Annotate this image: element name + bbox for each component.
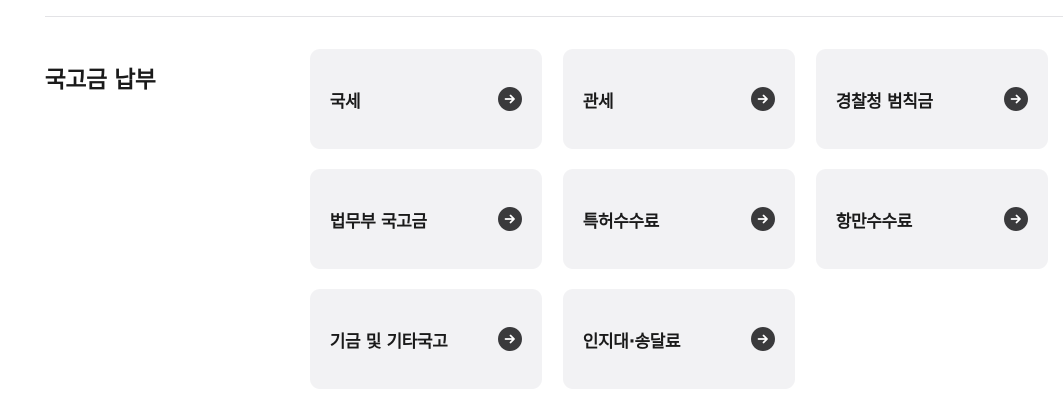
menu-card-label: 인지대·송달료	[583, 331, 681, 352]
menu-card-label: 국세	[330, 91, 361, 112]
arrow-right-circle-icon	[498, 207, 522, 231]
menu-card-label: 경찰청 범칙금	[836, 91, 933, 112]
menu-card-label: 항만수수료	[836, 211, 913, 232]
menu-card-customs[interactable]: 관세	[563, 49, 795, 149]
arrow-right-circle-icon	[498, 87, 522, 111]
menu-card-police-fine[interactable]: 경찰청 범칙금	[816, 49, 1048, 149]
menu-card-label: 법무부 국고금	[330, 211, 427, 232]
menu-card-fund-other-treasury[interactable]: 기금 및 기타국고	[310, 289, 542, 389]
menu-card-national-tax[interactable]: 국세	[310, 49, 542, 149]
menu-card-label: 관세	[583, 91, 614, 112]
arrow-right-circle-icon	[751, 207, 775, 231]
section-title: 국고금 납부	[45, 67, 156, 93]
arrow-right-circle-icon	[1004, 207, 1028, 231]
arrow-right-circle-icon	[751, 87, 775, 111]
section-divider	[45, 16, 1063, 17]
menu-card-label: 기금 및 기타국고	[330, 331, 448, 352]
menu-card-stamp-delivery-fee[interactable]: 인지대·송달료	[563, 289, 795, 389]
arrow-right-circle-icon	[1004, 87, 1028, 111]
menu-card-justice-treasury[interactable]: 법무부 국고금	[310, 169, 542, 269]
menu-card-label: 특허수수료	[583, 211, 660, 232]
arrow-right-circle-icon	[498, 327, 522, 351]
menu-card-port-fee[interactable]: 항만수수료	[816, 169, 1048, 269]
menu-card-patent-fee[interactable]: 특허수수료	[563, 169, 795, 269]
payment-menu-grid: 국세 관세 경찰청 범칙금 법무부 국고금 특허수수료 항만수수료 기금 및 기…	[310, 49, 1048, 389]
arrow-right-circle-icon	[751, 327, 775, 351]
